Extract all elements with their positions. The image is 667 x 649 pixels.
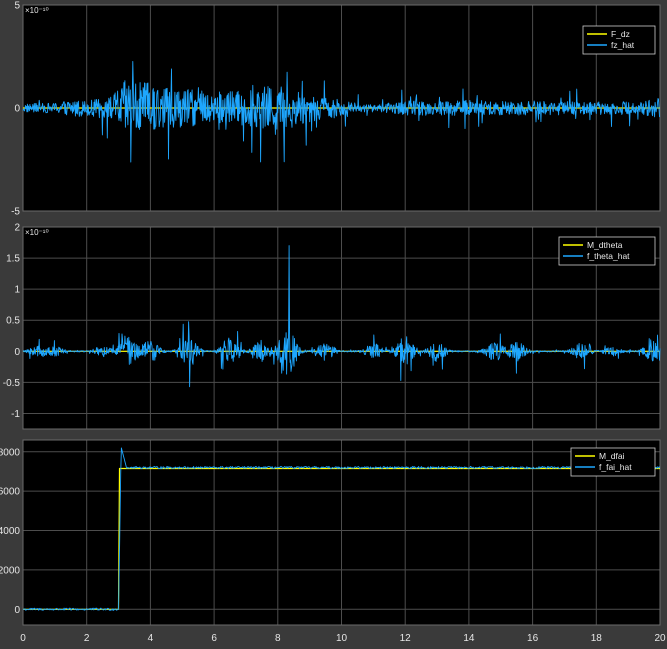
x-tick-label: 14 <box>463 633 475 644</box>
y-tick-label: 0 <box>14 104 20 115</box>
y-tick-label: 0.5 <box>6 316 20 327</box>
chart-2: 2 1.5 1 0.5 0 -0.5 -1 ×10⁻¹⁰ M_dthetaf_theta_hat <box>3 223 661 430</box>
y-tick-label: -0.5 <box>3 378 21 389</box>
legend-label: M_dtheta <box>587 240 623 250</box>
x-tick-label: 8 <box>275 633 281 644</box>
chart-1: 5 0 -5 ×10⁻¹⁰ F_dzfz_hat <box>11 1 661 218</box>
legend: F_dzfz_hat <box>582 25 656 55</box>
y-exponent-label: ×10⁻¹⁰ <box>25 6 49 15</box>
y-tick-label: 6000 <box>0 487 20 498</box>
y-exponent-label: ×10⁻¹⁰ <box>25 228 49 237</box>
y-tick-label: 0 <box>14 605 20 616</box>
x-tick-label: 4 <box>148 633 154 644</box>
legend-label: f_theta_hat <box>587 251 630 261</box>
y-tick-label: 2 <box>14 223 20 234</box>
chart-3: 8000 6000 4000 2000 0 M_dfaif_fai_hat 0 2 4 6 8 10 1… <box>0 439 666 644</box>
legend-label: M_dfai <box>599 451 625 461</box>
y-tick-label: 1 <box>14 285 20 296</box>
y-tick-label: -5 <box>11 207 20 218</box>
x-tick-label: 0 <box>20 633 26 644</box>
y-tick-label: 8000 <box>0 447 20 458</box>
x-tick-label: 10 <box>336 633 348 644</box>
y-tick-label: -1 <box>11 409 20 420</box>
x-tick-label: 20 <box>654 633 666 644</box>
y-tick-label: 0 <box>14 347 20 358</box>
scope-window: 5 0 -5 ×10⁻¹⁰ F_dz fz_hat 2 1.5 1 0.5 0 -0.5 -1 ×10⁻¹… <box>0 0 667 649</box>
legend-label: F_dz <box>611 29 630 39</box>
y-tick-label: 2000 <box>0 565 20 576</box>
legend: M_dthetaf_theta_hat <box>558 236 656 266</box>
y-tick-label: 1.5 <box>6 254 20 265</box>
legend: M_dfaif_fai_hat <box>570 447 656 477</box>
y-tick-label: 5 <box>14 1 20 12</box>
scope-plots: 5 0 -5 ×10⁻¹⁰ F_dzfz_hat 2 1.5 1 0.5 0 -0.5 -1 ×10⁻¹… <box>0 1 666 645</box>
legend-label: fz_hat <box>611 40 635 50</box>
x-tick-label: 12 <box>400 633 412 644</box>
x-tick-label: 18 <box>591 633 603 644</box>
y-tick-label: 4000 <box>0 526 20 537</box>
x-tick-label: 2 <box>84 633 90 644</box>
x-tick-label: 6 <box>211 633 217 644</box>
legend-label: f_fai_hat <box>599 462 632 472</box>
x-tick-label: 16 <box>527 633 539 644</box>
